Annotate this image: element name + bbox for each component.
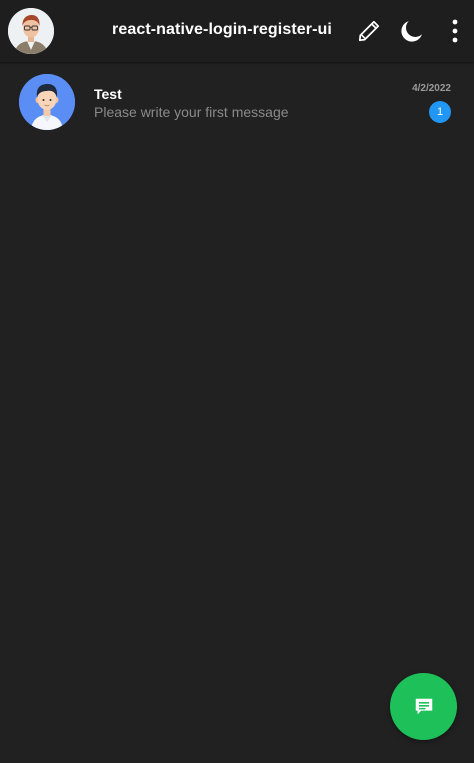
profile-avatar[interactable] — [8, 8, 54, 54]
app-screen: react-native-login-register-ui Test Plea… — [0, 0, 474, 763]
unread-count-badge: 1 — [429, 101, 451, 123]
new-message-button[interactable] — [390, 673, 457, 740]
theme-toggle-button[interactable] — [397, 15, 427, 47]
user-avatar-icon — [19, 74, 75, 130]
more-vertical-icon — [452, 19, 458, 43]
new-message-icon — [415, 698, 432, 714]
pencil-icon — [358, 20, 380, 42]
chat-last-message: Please write your first message — [94, 104, 289, 120]
moon-icon — [401, 21, 422, 42]
chat-list-item[interactable]: Test Please write your first message 4/2… — [0, 66, 474, 140]
chat-name: Test — [94, 86, 122, 102]
chat-avatar — [19, 74, 75, 130]
more-options-button[interactable] — [440, 15, 470, 47]
top-app-bar: react-native-login-register-ui — [0, 0, 474, 62]
app-title: react-native-login-register-ui — [112, 21, 332, 38]
chat-date: 4/2/2022 — [412, 83, 451, 94]
profile-avatar-icon — [8, 8, 54, 54]
edit-button[interactable] — [354, 15, 384, 47]
